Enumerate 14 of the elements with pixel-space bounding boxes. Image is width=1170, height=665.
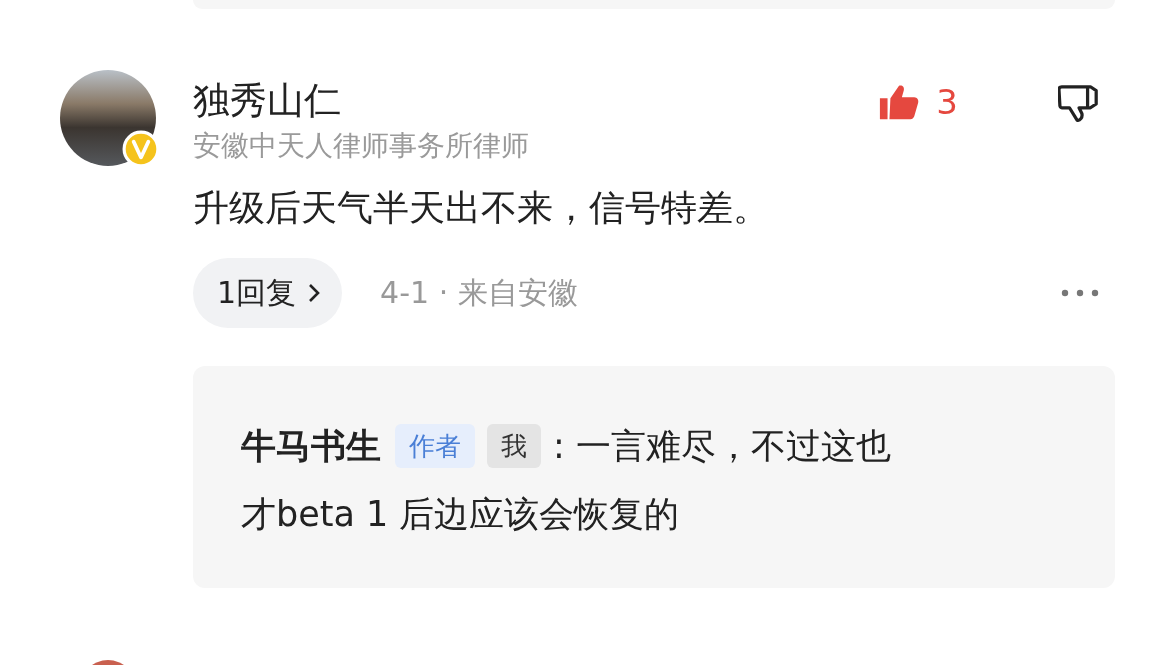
- thumbs-down-icon[interactable]: [1058, 82, 1100, 124]
- reply-tag: 作者: [395, 424, 475, 468]
- author-title: 安徽中天人律师事务所律师: [193, 128, 530, 164]
- comment-meta: 4-1 · 来自安徽: [380, 273, 579, 312]
- chevron-icon: [308, 283, 321, 303]
- like-count: 3: [936, 82, 958, 122]
- author-name[interactable]: 独秀山仁: [193, 76, 879, 126]
- reply-tag: 我: [487, 424, 541, 468]
- replies-button[interactable]: 1回复: [193, 258, 343, 328]
- reply-text: : 一言难尽，不过这也: [553, 425, 891, 468]
- comment-text: 升级后天气半天出不来，信号特差。: [193, 186, 770, 230]
- reply-author[interactable]: 牛马书生: [241, 412, 381, 480]
- more-icon[interactable]: [1060, 288, 1100, 298]
- reply-text: 才beta 1 后边应该会恢复的: [241, 494, 680, 534]
